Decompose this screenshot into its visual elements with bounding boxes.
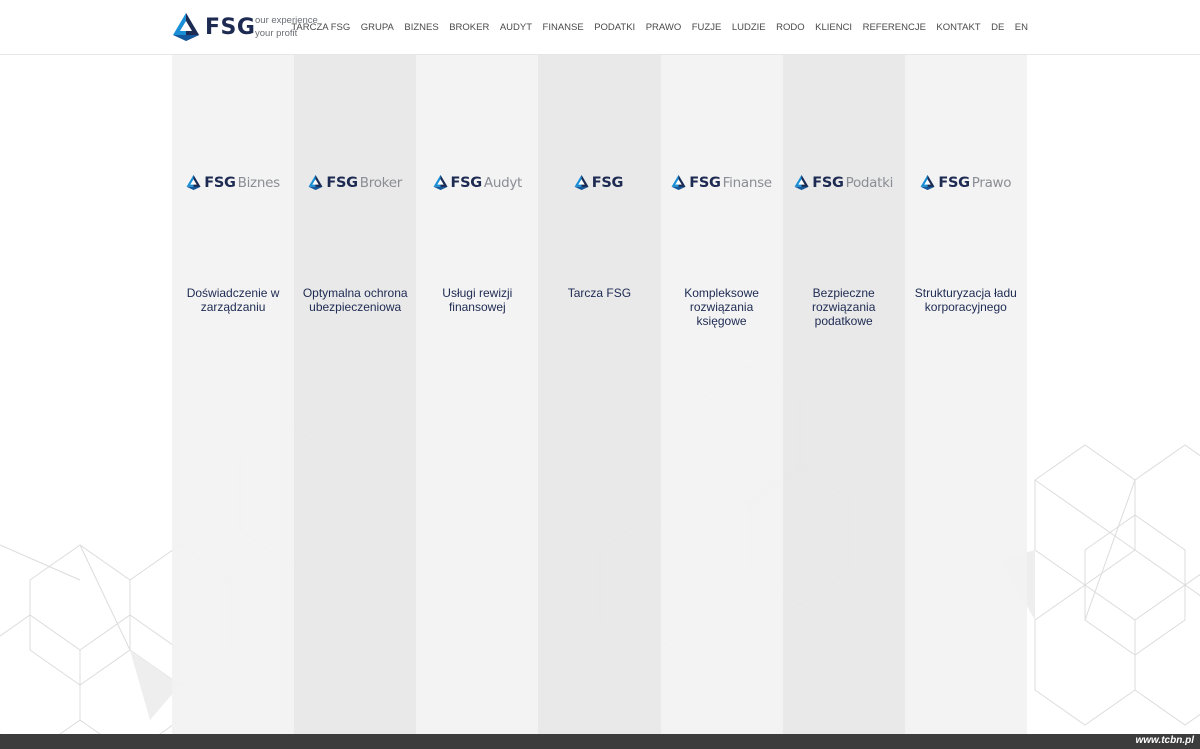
brand-main: FSG [938,174,970,191]
brand-logo-tarcza: FSG [538,174,660,191]
nav-ludzie[interactable]: LUDZIE [732,22,766,33]
nav-podatki[interactable]: PODATKI [594,22,635,33]
brand-sub: Finanse [722,174,772,191]
fsg-triangle-logo-icon [794,175,809,190]
brand-main: FSG [450,174,483,191]
brand-logo-podatki: FSG Podatki [783,174,905,191]
brand-main: FSG [812,174,844,191]
nav-referencje[interactable]: REFERENCJE [863,22,926,33]
column-description: Optymalna ochrona ubezpieczeniowa [302,286,408,314]
nav-broker[interactable]: BROKER [449,22,489,33]
fsg-logo[interactable]: FSG [172,12,255,42]
nav-klienci[interactable]: KLIENCI [815,22,852,33]
nav-lang-de[interactable]: DE [991,22,1004,33]
nav-tarcza-fsg[interactable]: TARCZA FSG [291,22,350,33]
logo-text: FSG [205,14,256,40]
brand-sub: Prawo [971,174,1012,191]
column-broker[interactable]: FSG Broker Optymalna ochrona ubezpieczen… [294,55,417,734]
fsg-triangle-logo-icon [671,175,686,190]
site-header: FSG our experience your profit TARCZA FS… [0,0,1200,55]
brand-main: FSG [326,174,358,191]
brand-logo-biznes: FSG Biznes [172,174,294,191]
nav-grupa[interactable]: GRUPA [361,22,394,33]
column-audyt[interactable]: FSG Audyt Usługi rewizji finansowej [416,55,539,734]
fsg-triangle-logo-icon [433,175,448,190]
brand-sub: Podatki [845,174,894,191]
fsg-triangle-logo-icon [186,175,201,190]
nav-lang-en[interactable]: EN [1015,22,1028,33]
brand-sub: Biznes [237,174,281,191]
column-biznes[interactable]: FSG Biznes Doświadczenie w zarządzaniu [172,55,295,734]
watermark: www.tcbn.pl [1135,735,1194,746]
service-columns: FSG Biznes Doświadczenie w zarządzaniu F… [172,55,1027,734]
column-podatki[interactable]: FSG Podatki Bezpieczne rozwiązania podat… [782,55,905,734]
column-description: Tarcza FSG [567,286,632,300]
column-description: Strukturyzacja ładu korporacyjnego [914,286,1017,314]
brand-logo-audyt: FSG Audyt [416,174,538,191]
main-nav: TARCZA FSG GRUPA BIZNES BROKER AUDYT FIN… [281,22,1028,33]
nav-audyt[interactable]: AUDYT [500,22,532,33]
brand-logo-prawo: FSG Prawo [905,174,1027,191]
fsg-triangle-logo-icon [308,175,323,190]
brand-logo-broker: FSG Broker [294,174,416,191]
nav-rodo[interactable]: RODO [776,22,805,33]
nav-fuzje[interactable]: FUZJE [692,22,722,33]
column-tarcza[interactable]: FSG Tarcza FSG [538,55,661,734]
fsg-triangle-logo-icon [173,13,199,41]
nav-finanse[interactable]: FINANSE [543,22,584,33]
fsg-triangle-logo-icon [574,175,589,190]
brand-main: FSG [689,174,721,191]
column-finanse[interactable]: FSG Finanse Kompleksowe rozwiązania księ… [660,55,783,734]
brand-sub: Audyt [483,174,523,191]
nav-prawo[interactable]: PRAWO [646,22,682,33]
fsg-triangle-logo-icon [920,175,935,190]
brand-sub: Broker [359,174,402,191]
brand-logo-finanse: FSG Finanse [661,174,783,191]
column-prawo[interactable]: FSG Prawo Strukturyzacja ładu korporacyj… [904,55,1027,734]
column-description: Kompleksowe rozwiązania księgowe [684,286,759,328]
brand-main: FSG [204,174,236,191]
brand-main: FSG [591,174,624,191]
column-description: Bezpieczne rozwiązania podatkowe [812,286,876,328]
nav-kontakt[interactable]: KONTAKT [936,22,980,33]
nav-biznes[interactable]: BIZNES [404,22,438,33]
bottom-bar: www.tcbn.pl [0,734,1200,749]
column-description: Usługi rewizji finansowej [442,286,513,314]
column-description: Doświadczenie w zarządzaniu [186,286,280,314]
